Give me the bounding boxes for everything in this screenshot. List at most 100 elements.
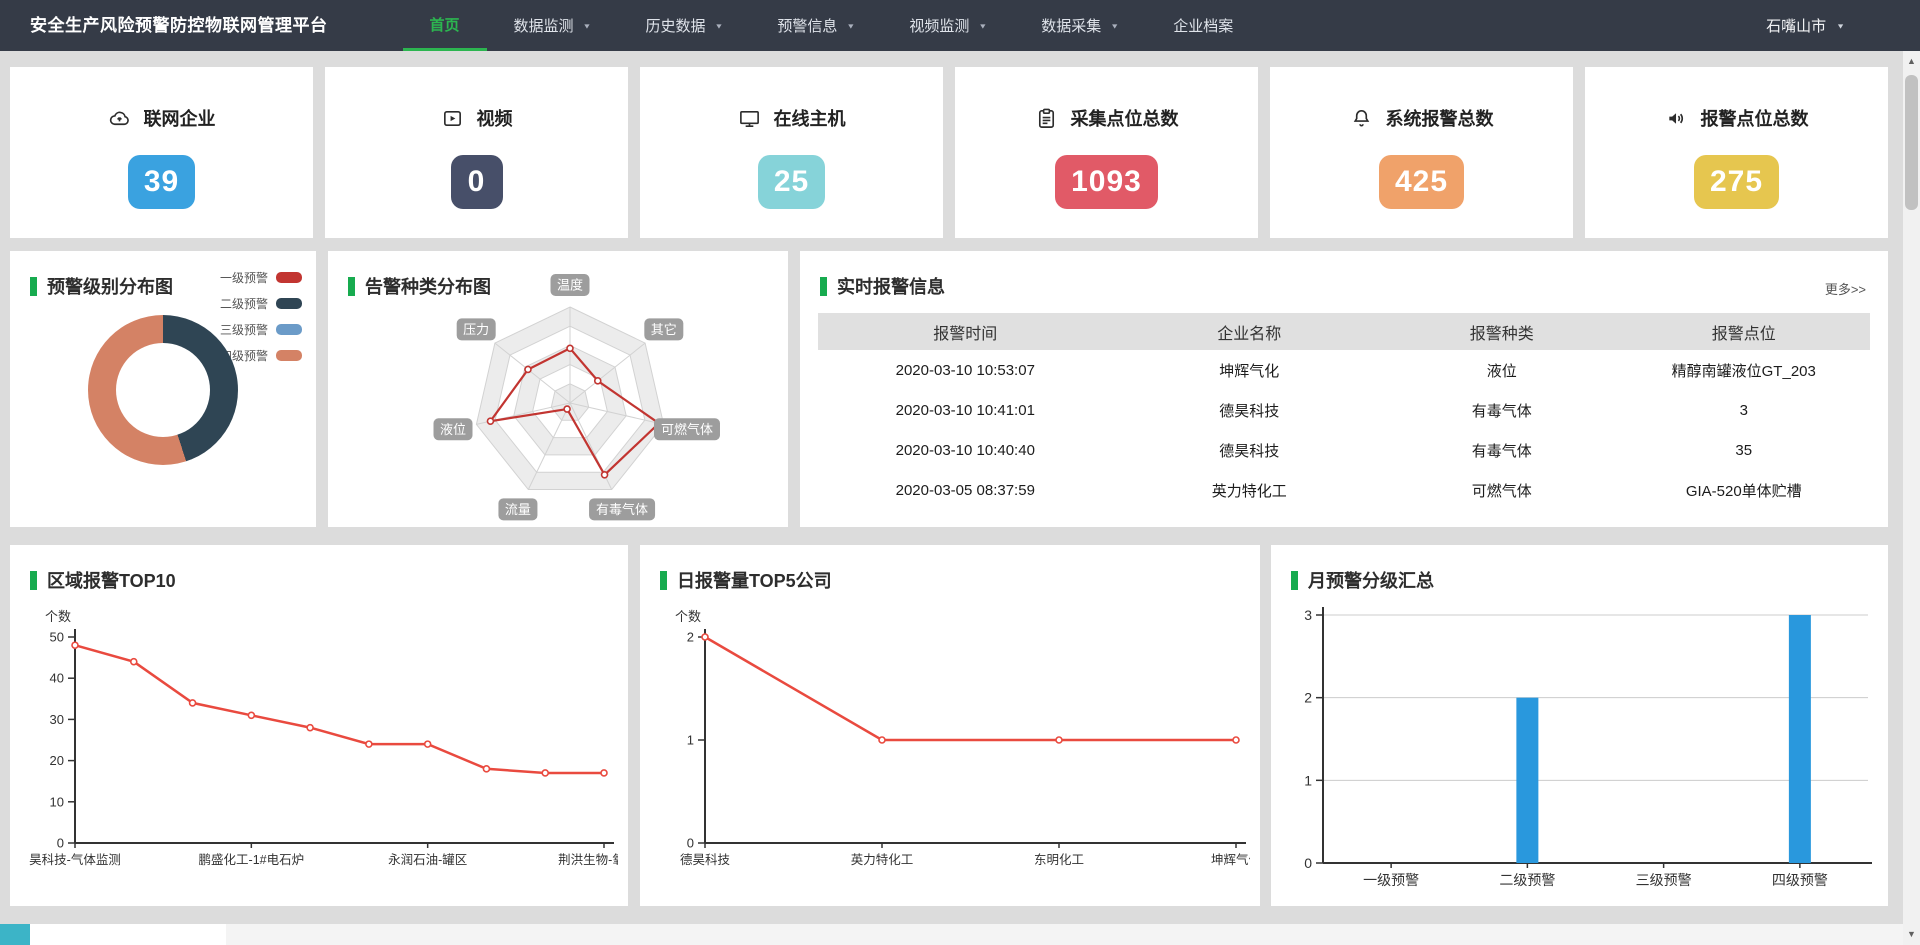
- table-header-row: 报警时间 企业名称 报警种类 报警点位: [818, 313, 1870, 350]
- nav-item-label: 数据监测: [514, 15, 574, 36]
- stat-value-badge: 425: [1379, 155, 1464, 209]
- svg-text:2: 2: [1304, 690, 1312, 706]
- nav-item-warning-info[interactable]: 预警信息 ▼: [750, 0, 882, 51]
- navbar: 安全生产风险预警防控物联网管理平台 首页 数据监测▼ 历史数据▼ 预警信息▼ 视…: [0, 0, 1920, 51]
- card-title-warning-level: 预警级别分布图: [30, 273, 173, 299]
- chevron-down-icon: ▼: [714, 22, 723, 30]
- card-title-monthly-summary: 月预警分级汇总: [1291, 567, 1434, 593]
- svg-text:50: 50: [50, 630, 64, 645]
- card-title-text: 日报警量TOP5公司: [677, 567, 832, 593]
- table-cell: 有毒气体: [1386, 390, 1617, 430]
- stat-label: 系统报警总数: [1386, 105, 1494, 131]
- table-cell: 2020-03-10 10:53:07: [818, 350, 1113, 390]
- card-title-text: 预警级别分布图: [47, 273, 173, 299]
- title-bullet: [348, 277, 355, 296]
- nav-item-video-monitor[interactable]: 视频监测▼: [882, 0, 1014, 51]
- app-title: 安全生产风险预警防控物联网管理平台: [30, 0, 328, 51]
- warning-level-card: 预警级别分布图 一级预警 二级预警 三级预警 四级预警: [10, 251, 316, 527]
- title-bullet: [660, 571, 667, 590]
- svg-text:三级预警: 三级预警: [1636, 872, 1692, 888]
- nav-item-label: 视频监测: [909, 15, 969, 36]
- table-header-cell: 报警点位: [1618, 313, 1871, 350]
- legend-swatch: [276, 324, 302, 335]
- stat-label: 视频: [477, 105, 513, 131]
- region-label: 石嘴山市: [1766, 15, 1826, 36]
- stat-card-system-alarms-total: 系统报警总数 425: [1270, 67, 1573, 238]
- nav-item-label: 数据采集: [1041, 15, 1101, 36]
- svg-text:个数: 个数: [675, 609, 701, 624]
- table-cell: 2020-03-05 08:37:59: [818, 470, 1113, 510]
- stat-card-videos: 视频 0: [325, 67, 628, 238]
- svg-text:压力: 压力: [463, 322, 489, 337]
- nav-item-history-data[interactable]: 历史数据▼: [618, 0, 750, 51]
- title-bullet: [30, 571, 37, 590]
- legend-swatch: [276, 298, 302, 309]
- more-link[interactable]: 更多>>: [1825, 279, 1866, 298]
- region-top10-card: 区域报警TOP10 个数01020304050昊科技-气体监测鹏盛化工-1#电石…: [10, 545, 628, 906]
- title-bullet: [1291, 571, 1298, 590]
- legend-item-level2[interactable]: 二级预警: [220, 295, 302, 312]
- chevron-down-icon: ▼: [1836, 22, 1845, 30]
- svg-text:坤辉气化: 坤辉气化: [1211, 852, 1250, 867]
- table-cell: 2020-03-10 10:41:01: [818, 390, 1113, 430]
- scrollbar-thumb[interactable]: [1905, 75, 1918, 210]
- card-title-region-top10: 区域报警TOP10: [30, 567, 176, 593]
- svg-text:二级预警: 二级预警: [1499, 872, 1555, 888]
- cloud-icon: [108, 107, 131, 130]
- scroll-down-icon[interactable]: ▼: [1903, 926, 1920, 943]
- legend-swatch: [276, 272, 302, 283]
- svg-text:0: 0: [1304, 855, 1312, 871]
- svg-text:0: 0: [57, 836, 64, 851]
- stat-value-badge: 275: [1694, 155, 1779, 209]
- nav-item-home[interactable]: 首页: [403, 0, 487, 51]
- stat-card-connected-enterprises: 联网企业 39: [10, 67, 313, 238]
- nav-item-enterprise-archive[interactable]: 企业档案: [1146, 0, 1260, 51]
- card-title-text: 区域报警TOP10: [47, 567, 176, 593]
- scroll-up-icon[interactable]: ▲: [1903, 53, 1920, 70]
- speaker-icon: [1665, 107, 1688, 130]
- table-cell: 可燃气体: [1386, 470, 1617, 510]
- svg-text:20: 20: [50, 753, 64, 768]
- region-selector[interactable]: 石嘴山市 ▼: [1766, 0, 1845, 51]
- legend-item-level1[interactable]: 一级预警: [220, 269, 302, 286]
- legend-label: 一级预警: [220, 269, 268, 286]
- nav-item-label: 预警信息: [777, 15, 837, 36]
- svg-text:温度: 温度: [557, 278, 583, 293]
- line-chart-region-top10: 个数01020304050昊科技-气体监测鹏盛化工-1#电石炉永润石油-罐区荆洪…: [20, 597, 618, 897]
- card-title-daily-top5: 日报警量TOP5公司: [660, 567, 832, 593]
- table-cell: GIA-520单体贮槽: [1618, 470, 1871, 510]
- nav-item-data-collect[interactable]: 数据采集▼: [1014, 0, 1146, 51]
- table-cell: 坤辉气化: [1113, 350, 1387, 390]
- card-title-text: 实时报警信息: [837, 273, 945, 299]
- stat-label: 报警点位总数: [1701, 105, 1809, 131]
- svg-text:0: 0: [687, 836, 694, 851]
- footer-tile: [0, 924, 30, 945]
- svg-text:40: 40: [50, 671, 64, 686]
- realtime-alarm-card: 实时报警信息 更多>> 报警时间 企业名称 报警种类 报警点位 2020-03-…: [800, 251, 1888, 527]
- scrollbar: ▲ ▼: [1903, 51, 1920, 945]
- table-header-cell: 报警种类: [1386, 313, 1617, 350]
- stat-card-alarm-points-total: 报警点位总数 275: [1585, 67, 1888, 238]
- monthly-summary-card: 月预警分级汇总 0123一级预警二级预警三级预警四级预警: [1271, 545, 1888, 906]
- svg-text:永润石油-罐区: 永润石油-罐区: [388, 853, 467, 867]
- svg-text:鹏盛化工-1#电石炉: 鹏盛化工-1#电石炉: [199, 852, 305, 867]
- svg-text:1: 1: [687, 733, 694, 748]
- svg-text:液位: 液位: [440, 422, 466, 437]
- footer-panel: [30, 924, 226, 945]
- legend-item-level3[interactable]: 三级预警: [220, 321, 302, 338]
- svg-text:昊科技-气体监测: 昊科技-气体监测: [29, 852, 121, 867]
- stat-label: 采集点位总数: [1071, 105, 1179, 131]
- title-bullet: [30, 277, 37, 296]
- bell-icon: [1350, 107, 1373, 130]
- table-row: 2020-03-10 10:53:07 坤辉气化 液位 精醇南罐液位GT_203: [818, 350, 1870, 390]
- table-cell: 35: [1618, 430, 1871, 470]
- clipboard-icon: [1035, 107, 1058, 130]
- dashboard-page: 安全生产风险预警防控物联网管理平台 首页 数据监测▼ 历史数据▼ 预警信息▼ 视…: [0, 0, 1920, 945]
- table-cell: 英力特化工: [1113, 470, 1387, 510]
- nav-item-data-monitor[interactable]: 数据监测▼: [487, 0, 619, 51]
- alarm-table: 报警时间 企业名称 报警种类 报警点位 2020-03-10 10:53:07 …: [818, 313, 1870, 510]
- svg-text:有毒气体: 有毒气体: [596, 502, 648, 517]
- stat-value-badge: 25: [758, 155, 825, 209]
- chevron-down-icon: ▼: [846, 22, 855, 30]
- table-cell: 3: [1618, 390, 1871, 430]
